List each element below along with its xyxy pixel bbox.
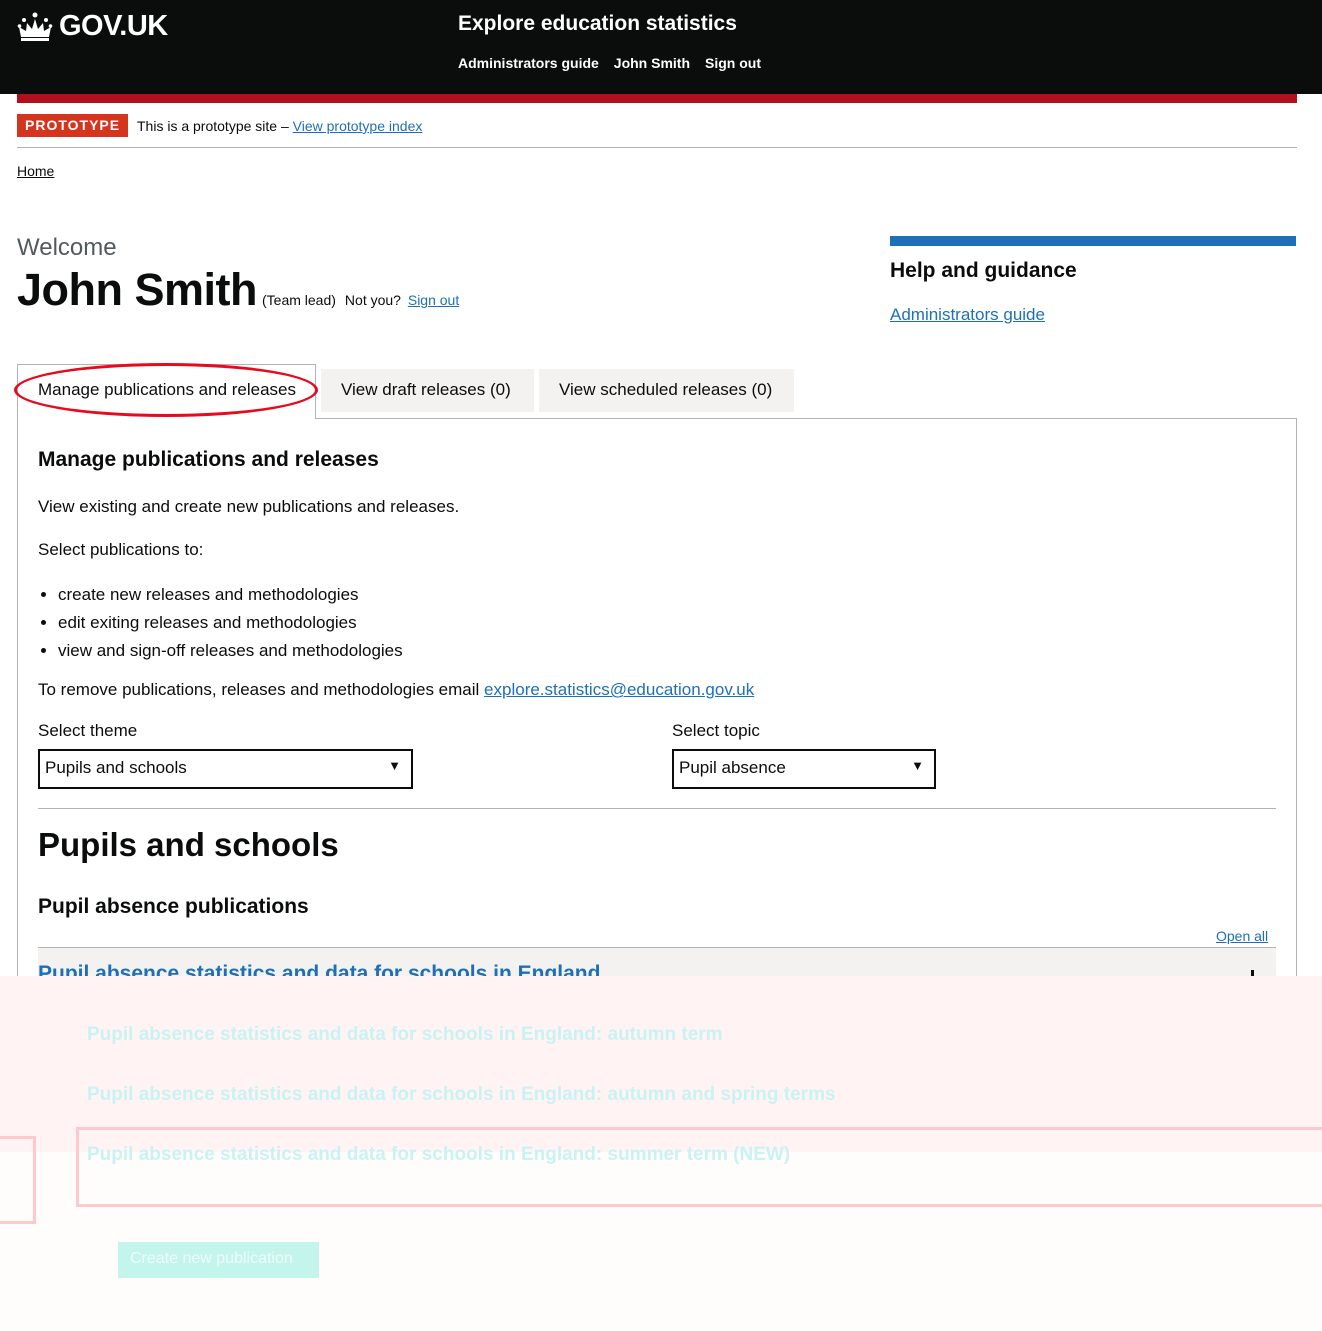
- crown-icon: [17, 12, 53, 41]
- tab-draft-releases[interactable]: View draft releases (0): [321, 369, 534, 412]
- list-item: view and sign-off releases and methodolo…: [58, 637, 403, 665]
- create-new-publication-button[interactable]: Create new publication: [118, 1242, 319, 1278]
- header-red-bar: [17, 94, 1297, 103]
- release-link-autumn[interactable]: Pupil absence statistics and data for sc…: [87, 1024, 723, 1046]
- topic-heading: Pupil absence publications: [38, 895, 309, 918]
- administrators-guide-link[interactable]: Administrators guide: [890, 305, 1296, 325]
- topic-select-value: Pupil absence: [679, 758, 786, 777]
- list-item: edit exiting releases and methodologies: [58, 609, 403, 637]
- site-header: GOV.UK Explore education statistics Admi…: [0, 0, 1322, 94]
- remove-instructions: To remove publications, releases and met…: [38, 680, 754, 700]
- nav-user-name[interactable]: John Smith: [614, 55, 690, 71]
- panel-title: Manage publications and releases: [38, 448, 379, 471]
- phase-tag: PROTOTYPE: [17, 114, 129, 137]
- theme-label: Select theme: [38, 721, 138, 740]
- phase-banner: PROTOTYPE This is a prototype site – Vie…: [17, 114, 1297, 148]
- user-row: John Smith (Team lead) Not you? Sign out: [17, 264, 459, 316]
- topic-select[interactable]: Pupil absence ▼: [672, 749, 936, 789]
- sign-out-link[interactable]: Sign out: [408, 292, 459, 308]
- dropdown-arrow-icon: ▼: [911, 758, 924, 773]
- phase-text: This is a prototype site – View prototyp…: [137, 118, 422, 134]
- list-item: create new releases and methodologies: [58, 581, 403, 609]
- faded-region: Pupil absence statistics and data for sc…: [0, 976, 1322, 1331]
- remove-text: To remove publications, releases and met…: [38, 680, 480, 699]
- section-divider: [38, 808, 1276, 809]
- breadcrumb-home[interactable]: Home: [17, 163, 54, 179]
- user-name: John Smith: [17, 264, 258, 315]
- panel-select-intro: Select publications to:: [38, 540, 204, 559]
- nav-administrators-guide[interactable]: Administrators guide: [458, 55, 599, 71]
- theme-heading: Pupils and schools: [38, 826, 339, 863]
- theme-select[interactable]: Pupils and schools ▼: [38, 749, 413, 789]
- breadcrumb: Home: [17, 163, 54, 179]
- topic-label: Select topic: [672, 721, 760, 740]
- email-link[interactable]: explore.statistics@education.gov.uk: [484, 680, 754, 699]
- not-you: Not you? Sign out: [345, 292, 459, 308]
- release-link-summer[interactable]: Pupil absence statistics and data for sc…: [87, 1144, 790, 1166]
- faded-highlight-box: [0, 1136, 36, 1224]
- service-name[interactable]: Explore education statistics: [458, 12, 737, 36]
- theme-select-value: Pupils and schools: [45, 758, 187, 777]
- tab-scheduled-releases[interactable]: View scheduled releases (0): [539, 369, 794, 412]
- prototype-index-link[interactable]: View prototype index: [293, 118, 423, 134]
- nav-sign-out[interactable]: Sign out: [705, 55, 761, 71]
- faded-highlight-box: [76, 1127, 1322, 1207]
- user-role: (Team lead): [262, 292, 336, 308]
- faded-background: [0, 976, 1322, 1152]
- help-and-guidance: Help and guidance Administrators guide: [890, 236, 1296, 325]
- phase-text-label: This is a prototype site –: [137, 118, 289, 134]
- welcome-label: Welcome: [17, 234, 117, 261]
- dropdown-arrow-icon: ▼: [388, 758, 401, 773]
- logo-text: GOV.UK: [59, 10, 168, 42]
- govuk-logo[interactable]: GOV.UK: [17, 10, 168, 43]
- task-list: create new releases and methodologies ed…: [38, 581, 403, 665]
- panel-intro: View existing and create new publication…: [38, 497, 460, 516]
- tab-manage-publications[interactable]: Manage publications and releases: [17, 364, 316, 419]
- release-link-autumn-spring[interactable]: Pupil absence statistics and data for sc…: [87, 1084, 836, 1106]
- header-nav: Administrators guide John Smith Sign out: [458, 55, 761, 71]
- open-all-link[interactable]: Open all: [1216, 928, 1268, 944]
- not-you-label: Not you?: [344, 292, 401, 308]
- help-title: Help and guidance: [890, 259, 1077, 282]
